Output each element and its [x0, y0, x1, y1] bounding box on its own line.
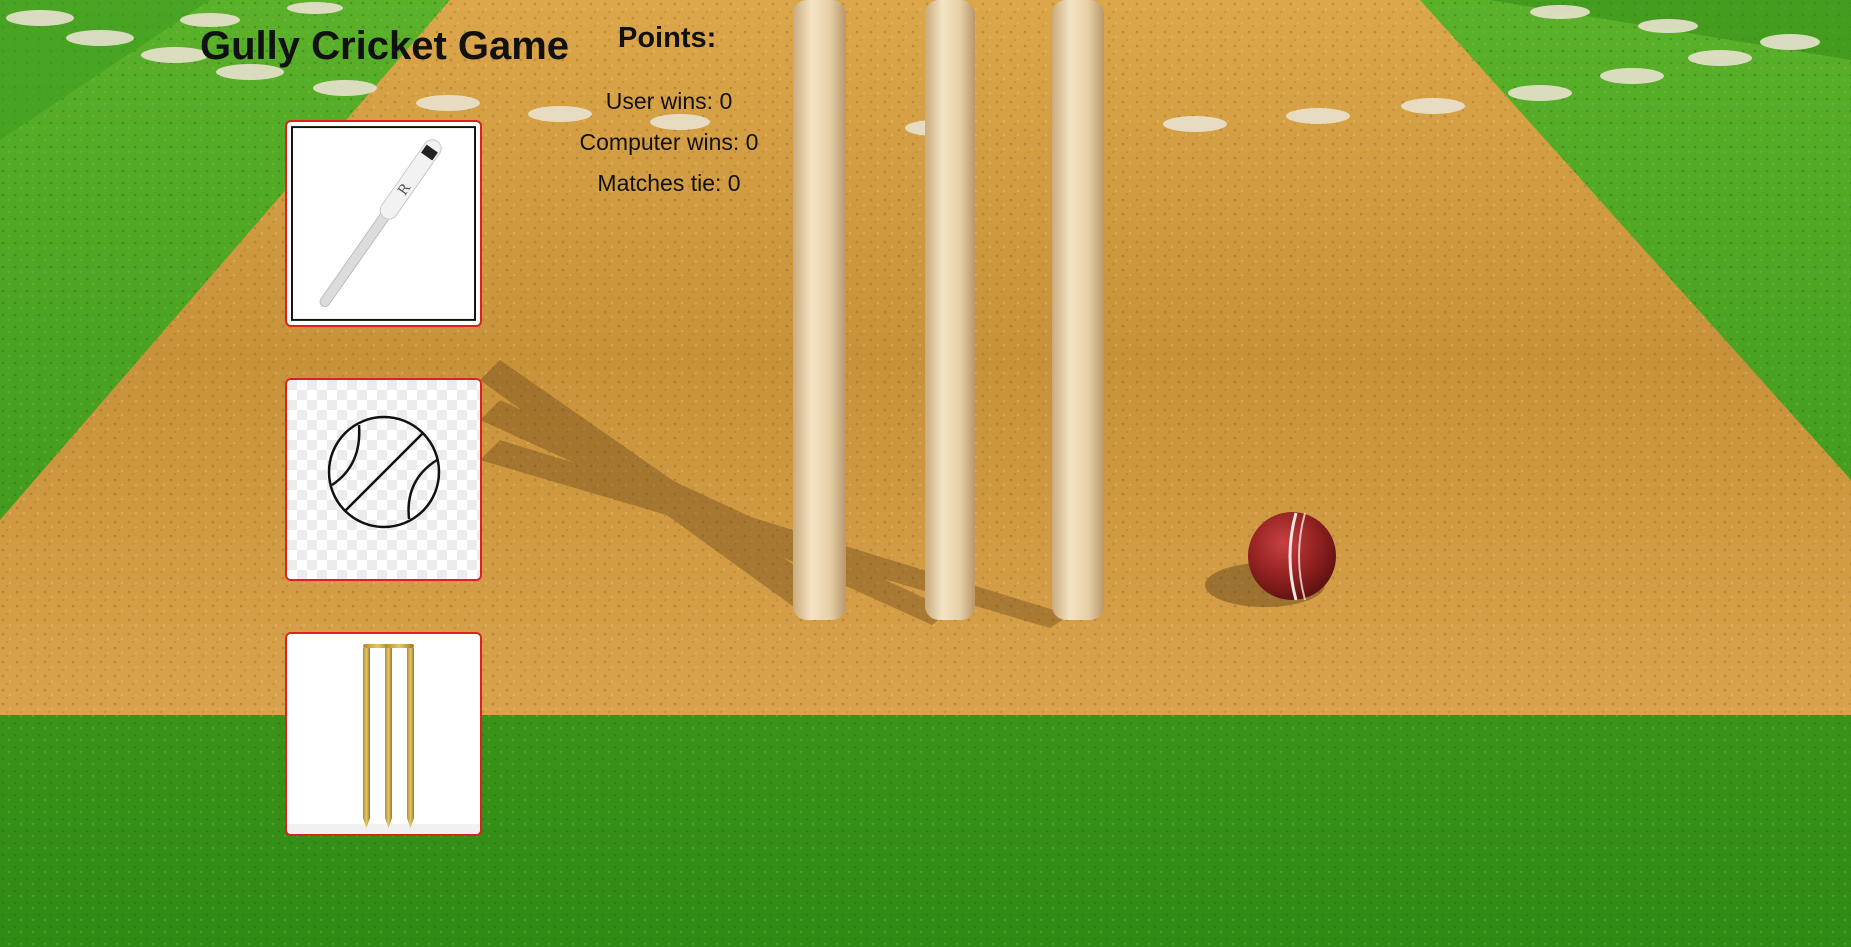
bat-choice-button[interactable]: R — [285, 120, 482, 327]
matches-tie-count: Matches tie: 0 — [597, 170, 741, 196]
game-title: Gully Cricket Game — [200, 24, 570, 68]
stump-choice-button[interactable] — [285, 632, 482, 836]
computer-wins-count: Computer wins: 0 — [579, 129, 759, 155]
user-wins-count: User wins: 0 — [605, 88, 733, 114]
ball-choice-button[interactable] — [285, 378, 482, 581]
ball-icon — [287, 380, 480, 579]
bat-icon: R — [291, 126, 476, 321]
stumps-icon — [287, 634, 480, 834]
points-heading: Points: — [618, 22, 717, 54]
cricket-field-background — [0, 0, 1851, 947]
